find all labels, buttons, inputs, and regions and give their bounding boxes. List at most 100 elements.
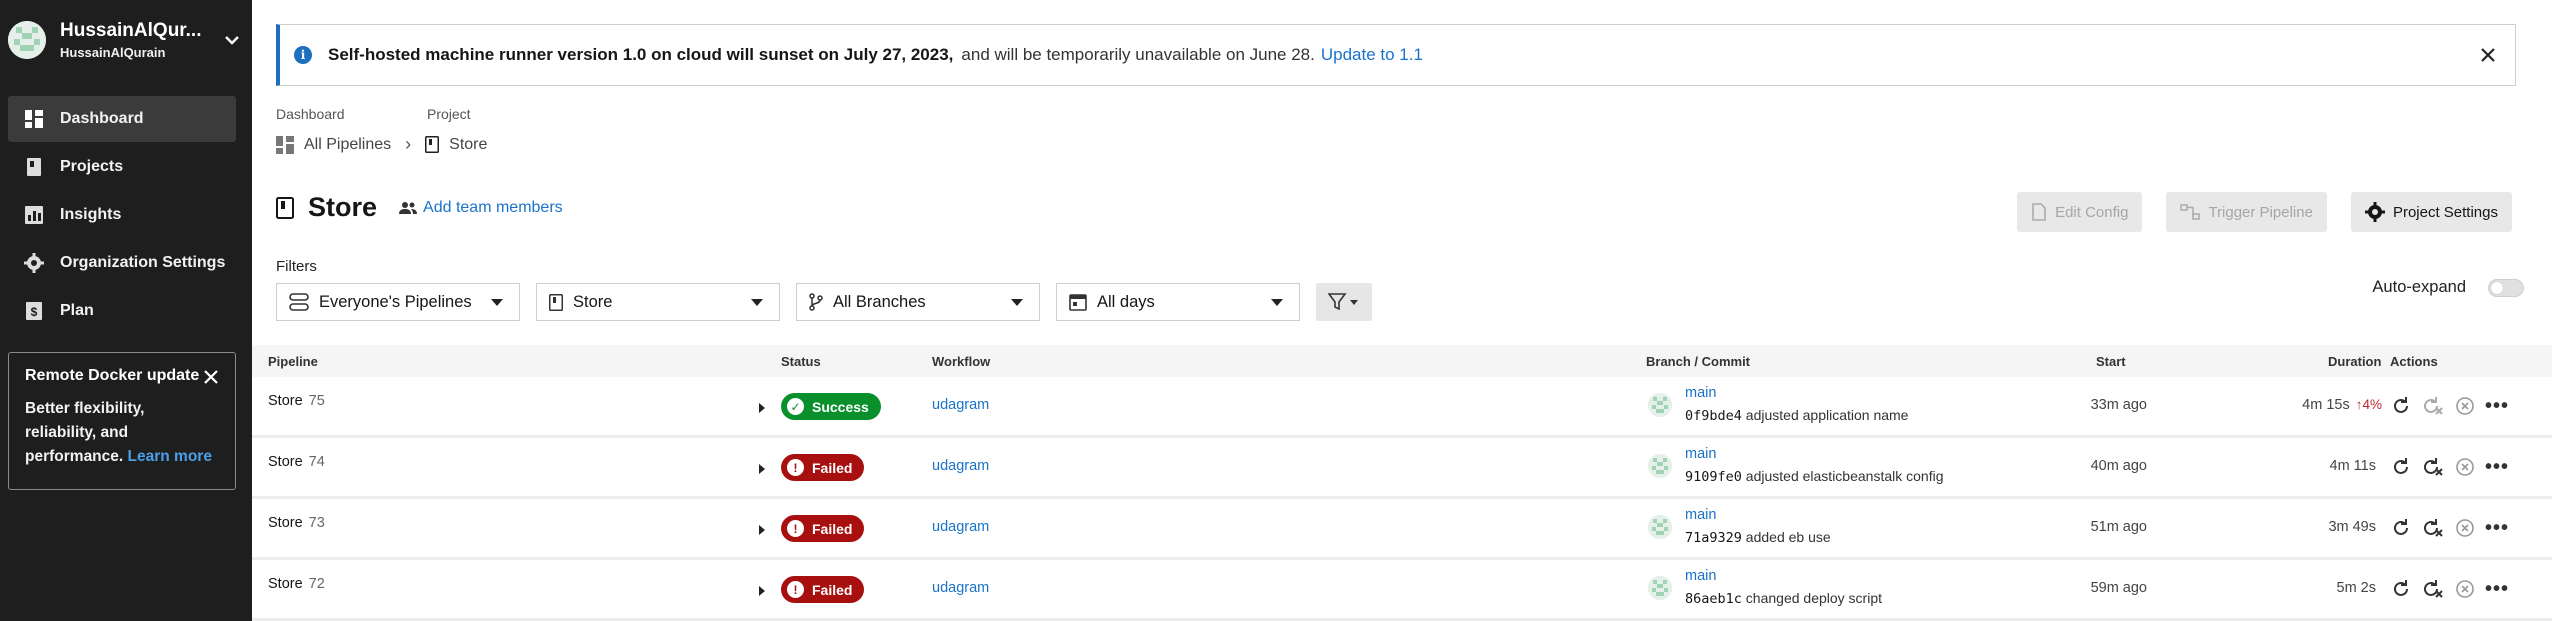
pipeline-name[interactable]: Store [268,515,303,531]
project-settings-button[interactable]: Project Settings [2350,192,2512,232]
table-row[interactable]: Store 74 ! Failed udagram main 9109fe0 ad… [252,438,2552,499]
branch-link[interactable]: main [1685,507,1831,523]
table-row[interactable]: Store 75 ✓ Success udagram main 0f9bde4 a… [252,377,2552,438]
rerun-icon[interactable] [2390,578,2412,600]
pipeline-cell: Store 73 [268,515,325,531]
breadcrumb-store[interactable]: Store [425,136,487,154]
sidebar-item-organization-settings[interactable]: Organization Settings [8,240,236,286]
column-header-start: Start [2096,354,2126,369]
commit-message: changed deploy script [1745,590,1882,606]
duration-cell: 3m 49s [2212,519,2382,535]
advanced-filter-button[interactable] [1316,283,1372,321]
insights-icon [24,205,44,225]
pipeline-cell: Store 75 [268,393,325,409]
org-handle: HussainAlQurain [60,45,166,60]
cancel-icon[interactable] [2454,395,2476,417]
cancel-icon[interactable] [2454,517,2476,539]
branch-commit-cell: main 71a9329 added eb use [1685,507,1831,546]
rerun-failed-icon[interactable] [2422,456,2444,478]
rerun-failed-icon[interactable] [2422,395,2444,417]
learn-more-link[interactable]: Learn more [128,448,212,465]
sidebar-item-projects[interactable]: Projects [8,144,236,190]
status-cell: ! Failed [781,515,865,542]
commit-info: 71a9329 added eb use [1685,529,1831,546]
breadcrumb-all-pipelines[interactable]: All Pipelines [276,135,391,154]
pipeline-name[interactable]: Store [268,576,303,592]
cancel-icon[interactable] [2454,578,2476,600]
more-options-icon[interactable]: ••• [2485,395,2508,417]
branch-link[interactable]: main [1685,568,1882,584]
more-options-icon[interactable]: ••• [2485,517,2508,539]
pipeline-name[interactable]: Store [268,454,303,470]
sidebar-item-insights[interactable]: Insights [8,192,236,238]
sidebar-item-plan[interactable]: $ Plan [8,288,236,334]
pipeline-number: 75 [308,393,325,409]
commit-message: adjusted application name [1745,407,1909,423]
pipeline-cell: Store 74 [268,454,325,470]
expand-row-icon[interactable] [759,586,765,596]
pipeline-cell: Store 72 [268,576,325,592]
rerun-failed-icon[interactable] [2422,517,2444,539]
workflow-link[interactable]: udagram [932,519,989,535]
status-icon: ! [787,581,804,598]
status-label: Failed [812,581,853,598]
update-link[interactable]: Update to 1.1 [1321,45,1423,65]
branch-link[interactable]: main [1685,446,1943,462]
table-row[interactable]: Store 73 ! Failed udagram main 71a9329 ad… [252,499,2552,560]
column-header-status: Status [781,354,821,369]
auto-expand-toggle[interactable] [2488,278,2524,297]
add-team-members-link[interactable]: Add team members [399,199,563,217]
trigger-pipeline-button[interactable]: Trigger Pipeline [2166,192,2327,232]
start-time: 40m ago [2090,458,2147,474]
page-actions: Edit Config Trigger Pipeline Project Set… [1993,192,2512,232]
expand-row-icon[interactable] [759,525,765,535]
rerun-failed-icon[interactable] [2422,578,2444,600]
branch-select[interactable]: All Branches [796,283,1040,321]
workflow-link[interactable]: udagram [932,580,989,596]
pipeline-name[interactable]: Store [268,393,303,409]
cancel-icon[interactable] [2454,456,2476,478]
sidebar-item-label: Insights [60,206,122,223]
date-range-value: All days [1097,292,1155,311]
chevron-down-icon[interactable] [220,28,244,52]
rerun-icon[interactable] [2390,517,2412,539]
branch-commit-cell: main 9109fe0 adjusted elasticbeanstalk c… [1685,446,1943,485]
org-switcher[interactable]: HussainAlQur... HussainAlQurain [8,12,244,68]
pipelines-owner-select[interactable]: Everyone's Pipelines [276,283,520,321]
expand-row-icon[interactable] [759,464,765,474]
rerun-icon[interactable] [2390,395,2412,417]
workflow-link[interactable]: udagram [932,458,989,474]
more-options-icon[interactable]: ••• [2485,578,2508,600]
branch-link[interactable]: main [1685,385,1908,401]
close-icon[interactable] [2479,46,2497,64]
edit-config-button[interactable]: Edit Config [2017,192,2143,232]
sidebar-item-dashboard[interactable]: Dashboard [8,96,236,142]
workflow-link[interactable]: udagram [932,397,989,413]
rerun-icon[interactable] [2390,456,2412,478]
gear-icon [2364,202,2385,222]
expand-row-icon[interactable] [759,403,765,413]
commit-sha[interactable]: 9109fe0 [1685,469,1742,485]
table-row[interactable]: Store 72 ! Failed udagram main 86aeb1c ch… [252,560,2552,621]
duration-cell: 4m 15s ↑4% [2212,397,2382,413]
date-range-select[interactable]: All days [1056,283,1300,321]
column-header-workflow: Workflow [932,354,991,369]
commit-sha[interactable]: 71a9329 [1685,530,1742,546]
commit-sha[interactable]: 0f9bde4 [1685,408,1742,424]
org-avatar [8,21,46,59]
promo-title: Remote Docker update [25,367,200,384]
close-icon[interactable] [203,369,219,385]
sidebar: HussainAlQur... HussainAlQurain Dashboar… [0,0,252,621]
main-content: i Self-hosted machine runner version 1.0… [252,0,2552,621]
status-label: Failed [812,520,853,537]
branch-commit-cell: main 0f9bde4 adjusted application name [1685,385,1908,424]
more-options-icon[interactable]: ••• [2485,456,2508,478]
commit-sha[interactable]: 86aeb1c [1685,591,1742,607]
column-header-branch-commit: Branch / Commit [1646,354,1751,369]
pipeline-number: 72 [308,576,325,592]
pipeline-icon [2180,204,2201,220]
row-actions: ••• [2390,578,2518,600]
project-select[interactable]: Store [536,283,780,321]
caret-down-icon [491,299,503,306]
project-icon [549,293,563,311]
